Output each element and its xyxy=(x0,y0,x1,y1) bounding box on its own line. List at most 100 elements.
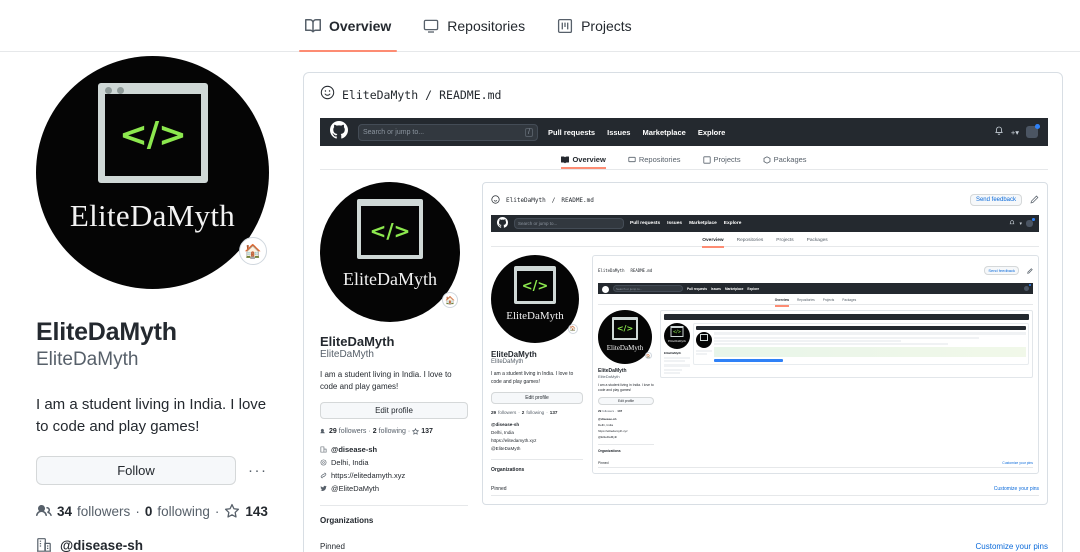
nested-avatar-2[interactable]: </> EliteDaMyth xyxy=(491,255,579,343)
nested-tab-packages-3[interactable]: Packages xyxy=(842,298,856,302)
search-input-1[interactable]: Search or jump to... / xyxy=(358,123,538,141)
nested-status-badge-1[interactable]: 🏠 xyxy=(442,292,458,308)
placeholder-bar-4d xyxy=(664,372,680,374)
tab-projects[interactable]: Projects xyxy=(555,0,634,52)
nested-stats-1: 29 followers · 2 following · 137 xyxy=(320,428,468,435)
nested-avatar-5[interactable] xyxy=(696,332,712,348)
level2-owner[interactable]: EliteDaMyth xyxy=(506,197,546,204)
nested-tab-repositories-3[interactable]: Repositories xyxy=(797,298,815,302)
followers-count[interactable]: 34 xyxy=(57,504,72,519)
avatar-container: </> EliteDaMyth 🏠 xyxy=(36,56,269,289)
avatar[interactable]: </> EliteDaMyth xyxy=(36,56,269,289)
nested-meta-org-2[interactable]: @disease-sh xyxy=(491,422,583,427)
user-avatar-3[interactable] xyxy=(1024,284,1031,291)
tab-repositories[interactable]: Repositories xyxy=(421,0,527,52)
follow-button[interactable]: Follow xyxy=(36,456,236,486)
nav-explore-1[interactable]: Explore xyxy=(698,128,726,137)
nav-marketplace-3[interactable]: Marketplace xyxy=(725,287,743,291)
status-badge[interactable]: 🏠 xyxy=(239,237,267,265)
nav-explore-2[interactable]: Explore xyxy=(724,221,742,226)
profile-bio: I am a student living in India. I love t… xyxy=(36,395,267,435)
nested-meta-twitter-2[interactable]: @EliteDaMyth xyxy=(491,446,583,451)
nested-meta-twitter-3[interactable]: @EliteDaMyth xyxy=(598,435,654,439)
stars-count[interactable]: 143 xyxy=(245,504,268,519)
nested-meta-twitter-1[interactable]: @EliteDaMyth xyxy=(320,484,468,493)
send-feedback-button-3[interactable]: Send feedback xyxy=(984,265,1019,275)
nested-profile-bio-3: I am a student living in India. I love t… xyxy=(598,383,654,393)
nav-explore-3[interactable]: Explore xyxy=(747,287,759,291)
following-count[interactable]: 0 xyxy=(145,504,153,519)
nested-tab-packages-2[interactable]: Packages xyxy=(807,238,828,243)
bell-icon-2[interactable] xyxy=(1009,219,1015,228)
nested-meta-website-2[interactable]: https://elitedamyth.xyz xyxy=(491,438,583,443)
nested-edit-profile-button-2[interactable]: Edit profile xyxy=(491,392,583,404)
nested-status-badge-2[interactable]: 🏠 xyxy=(568,324,578,334)
nested-followers-count-1[interactable]: 29 xyxy=(329,428,337,435)
nav-pull-requests-2[interactable]: Pull requests xyxy=(630,221,660,226)
plus-menu-1[interactable]: +▾ xyxy=(1011,128,1019,137)
nav-pull-requests-1[interactable]: Pull requests xyxy=(548,128,595,137)
plus-menu-2[interactable]: ▾ xyxy=(1019,221,1022,227)
nested-stars-count-1[interactable]: 137 xyxy=(421,428,433,435)
nested-meta-org-1[interactable]: @disease-sh xyxy=(320,445,468,454)
nested-status-badge-3[interactable]: 🏠 xyxy=(645,352,652,359)
placeholder-bar-5e xyxy=(714,340,902,342)
level3-owner[interactable]: EliteDaMyth xyxy=(598,268,625,273)
github-mark-icon[interactable] xyxy=(330,120,348,144)
customize-pins-1[interactable]: Customize your pins xyxy=(976,542,1048,551)
search-input-3[interactable]: Search or jump to... xyxy=(613,285,683,292)
meta-organization[interactable]: @disease-sh xyxy=(36,537,286,552)
nested-tab-packages-1[interactable]: Packages xyxy=(763,155,807,164)
nested-following-count-1[interactable]: 2 xyxy=(373,428,377,435)
nested-followers-label-3: followers xyxy=(602,409,615,414)
nested-edit-profile-button-1[interactable]: Edit profile xyxy=(320,402,468,419)
nav-marketplace-1[interactable]: Marketplace xyxy=(642,128,685,137)
nested-avatar-3[interactable]: </> EliteDaMyth xyxy=(598,310,652,364)
more-options-button[interactable]: ··· xyxy=(248,463,268,478)
nested-tab-overview-2[interactable]: Overview xyxy=(702,238,724,248)
nav-pull-requests-3[interactable]: Pull requests xyxy=(687,287,707,291)
pencil-icon-3[interactable] xyxy=(1027,261,1033,279)
nested-meta-org-3[interactable]: @disease-sh xyxy=(598,417,654,421)
nested-tab-projects-1[interactable]: Projects xyxy=(702,155,741,164)
nested-followers-count-2[interactable]: 29 xyxy=(491,410,496,415)
nav-issues-2[interactable]: Issues xyxy=(667,221,682,226)
nested-avatar-1[interactable]: </> EliteDaMyth xyxy=(320,182,460,322)
nav-marketplace-2[interactable]: Marketplace xyxy=(689,221,717,226)
pencil-icon-2[interactable] xyxy=(1030,191,1039,209)
send-feedback-button-2[interactable]: Send feedback xyxy=(969,194,1022,206)
nested-meta-website-3[interactable]: https://elitedamyth.xyz xyxy=(598,429,654,433)
stats-separator-1: · xyxy=(135,503,140,519)
nested-tab-overview-1[interactable]: Overview xyxy=(561,155,607,169)
pinned-row-3: Pinned Customize your pins xyxy=(598,457,1033,469)
nested-stars-count-3[interactable]: 137 xyxy=(617,409,622,413)
nested-tab-repositories-2[interactable]: Repositories xyxy=(737,238,764,243)
nested-stats-3: 29 followers · 137 xyxy=(598,409,654,413)
nested-stars-count-2[interactable]: 137 xyxy=(550,410,558,415)
customize-pins-3[interactable]: Customize your pins xyxy=(1002,461,1033,465)
nested-terminal-screen-2: </> xyxy=(517,271,553,301)
nested-followers-count-3[interactable]: 29 xyxy=(598,409,601,413)
nested-tab-repositories-label-1: Repositories xyxy=(638,155,681,164)
nested-tab-repositories-1[interactable]: Repositories xyxy=(628,155,681,164)
user-avatar-2[interactable] xyxy=(1026,218,1035,227)
nested-profile-login-1: EliteDaMyth xyxy=(320,349,374,360)
tab-overview[interactable]: Overview xyxy=(298,0,398,52)
nested-tab-projects-3[interactable]: Projects xyxy=(823,298,835,302)
nested-profile-col-5 xyxy=(696,332,712,362)
search-input-2[interactable]: Search or jump to... xyxy=(514,218,624,229)
readme-owner[interactable]: EliteDaMyth xyxy=(342,88,418,102)
customize-pins-2[interactable]: Customize your pins xyxy=(994,486,1039,492)
nested-tab-overview-3[interactable]: Overview xyxy=(774,298,790,307)
nested-metadata-1: @disease-sh Delhi, India https://eliteda… xyxy=(320,445,468,493)
nested-following-count-2[interactable]: 2 xyxy=(522,410,525,415)
bell-icon-1[interactable] xyxy=(994,126,1004,138)
github-mark-icon-2[interactable] xyxy=(497,215,508,233)
nested-edit-profile-button-3[interactable]: Edit profile xyxy=(598,397,654,406)
nested-avatar-4[interactable]: </> EliteDaMyth xyxy=(664,323,690,349)
nested-tab-projects-2[interactable]: Projects xyxy=(776,238,793,243)
nav-issues-3[interactable]: Issues xyxy=(711,287,721,291)
nav-issues-1[interactable]: Issues xyxy=(607,128,630,137)
user-avatar-1[interactable] xyxy=(1026,124,1040,138)
nested-meta-website-1[interactable]: https://elitedamyth.xyz xyxy=(320,471,468,480)
